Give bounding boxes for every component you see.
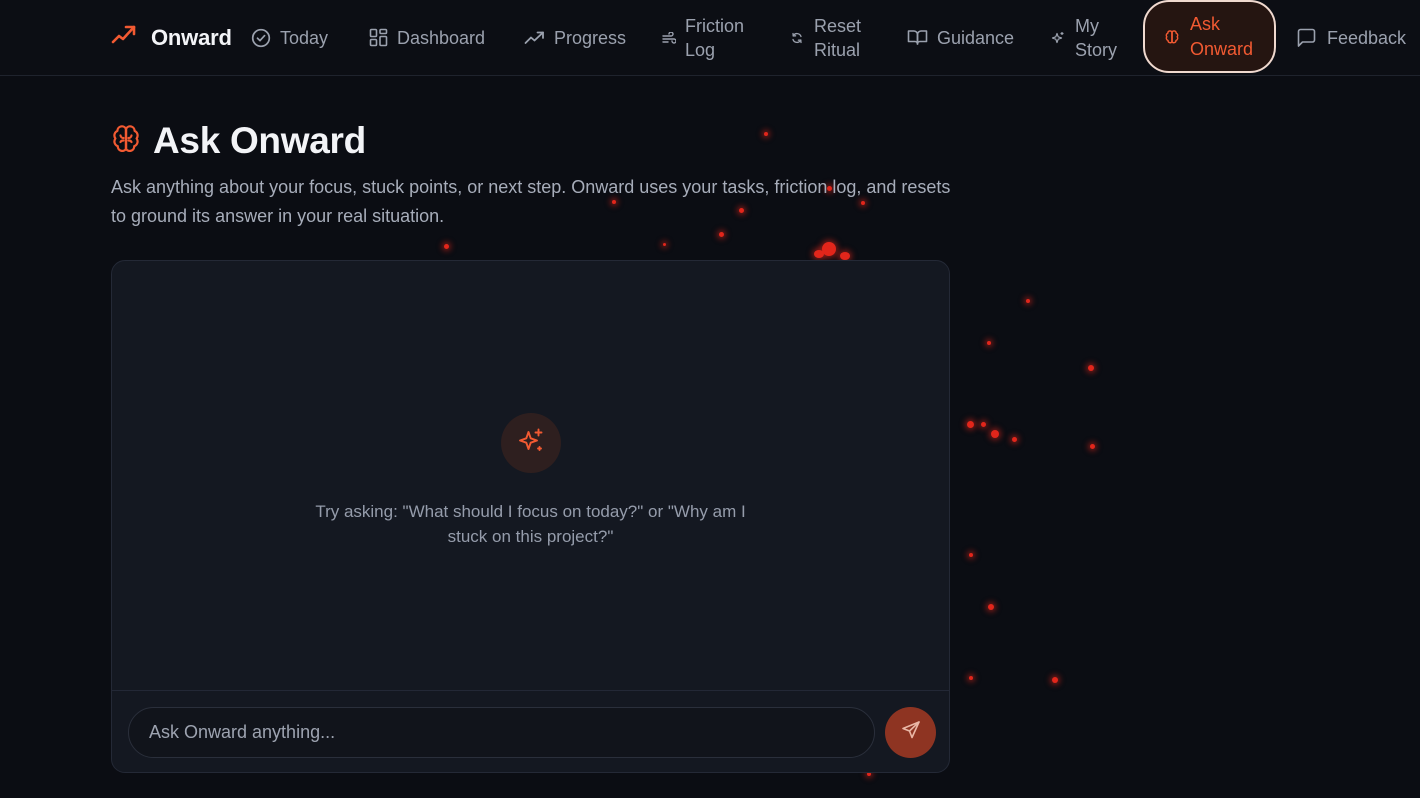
- particle: [987, 341, 991, 345]
- particle: [967, 421, 974, 428]
- nav-item-friction-log[interactable]: Friction Log: [662, 0, 744, 75]
- nav-item-feedback[interactable]: Feedback: [1297, 0, 1406, 75]
- chat-panel: Try asking: "What should I focus on toda…: [111, 260, 950, 773]
- page-description: Ask anything about your focus, stuck poi…: [111, 177, 951, 226]
- nav-item-label: Ask Onward: [1190, 13, 1254, 59]
- send-button[interactable]: [885, 707, 936, 758]
- particle: [988, 604, 994, 610]
- trending-up-icon: [524, 30, 545, 46]
- nav-item-label: Feedback: [1327, 27, 1407, 48]
- grid-icon: [369, 28, 388, 47]
- brand-logo-link[interactable]: Onward: [111, 0, 232, 75]
- nav-item-ask-onward[interactable]: Ask Onward: [1143, 0, 1276, 73]
- trend-arrow-logo-icon: [111, 24, 137, 51]
- particle: [969, 676, 973, 680]
- refresh-icon: [791, 32, 803, 44]
- particle: [981, 422, 986, 427]
- nav-item-progress[interactable]: Progress: [524, 0, 626, 75]
- particle: [1088, 365, 1094, 371]
- particle: [1012, 437, 1017, 442]
- nav-item-reset-ritual[interactable]: Reset Ritual: [791, 0, 861, 75]
- brand-name: Onward: [151, 24, 232, 50]
- book-open-icon: [907, 29, 928, 46]
- check-circle-icon: [251, 28, 271, 48]
- chat-divider: [112, 690, 949, 691]
- top-nav: Onward Today Dashboard Progress Friction…: [0, 0, 1420, 76]
- page-title: Ask Onward: [153, 120, 366, 161]
- nav-item-label: My Story: [1075, 15, 1118, 60]
- sparkles-badge: [500, 413, 561, 473]
- particle: [814, 250, 824, 258]
- nav-item-dashboard[interactable]: Dashboard: [369, 0, 485, 75]
- particle: [840, 252, 850, 260]
- particle: [663, 243, 666, 246]
- nav-item-my-story[interactable]: My Story: [1051, 0, 1117, 75]
- particle: [822, 242, 836, 256]
- sparkles-icon: [516, 426, 546, 461]
- nav-item-label: Reset Ritual: [814, 15, 862, 60]
- particle: [444, 244, 449, 249]
- nav-item-label: Dashboard: [397, 27, 486, 48]
- chat-empty-state: Try asking: "What should I focus on toda…: [112, 413, 949, 549]
- nav-item-label: Guidance: [937, 27, 1015, 48]
- nav-item-label: Friction Log: [685, 15, 745, 60]
- nav-item-label: Today: [280, 27, 329, 48]
- brain-icon: [1165, 29, 1179, 44]
- particle: [991, 430, 999, 438]
- sparkles-icon: [1051, 31, 1065, 45]
- particle: [764, 132, 768, 136]
- particle: [969, 553, 973, 557]
- particle: [1026, 299, 1030, 303]
- nav-item-today[interactable]: Today: [251, 0, 328, 75]
- wind-icon: [662, 31, 676, 44]
- message-square-icon: [1297, 28, 1316, 47]
- particle: [1090, 444, 1095, 449]
- send-icon: [901, 720, 921, 745]
- chat-input[interactable]: [128, 707, 875, 758]
- page-header: Ask Onward: [111, 120, 366, 162]
- particle: [719, 232, 724, 237]
- particle: [1052, 677, 1058, 683]
- nav-item-label: Progress: [554, 27, 627, 48]
- brain-icon: [111, 124, 141, 159]
- chat-empty-hint: Try asking: "What should I focus on toda…: [315, 502, 746, 546]
- nav-item-guidance[interactable]: Guidance: [907, 0, 1014, 75]
